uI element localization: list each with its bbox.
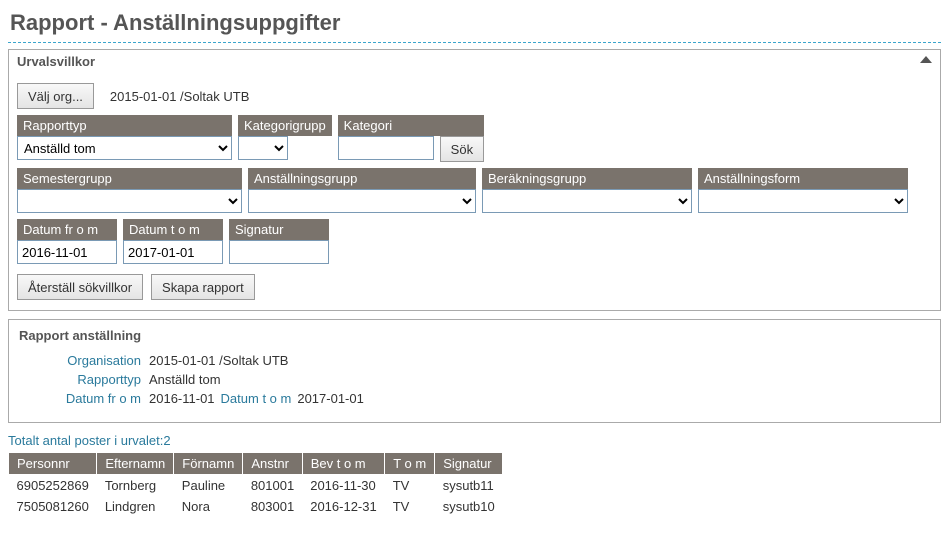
- table-header: Anstnr: [243, 453, 302, 475]
- table-cell: 803001: [243, 496, 302, 517]
- table-cell: TV: [385, 475, 435, 497]
- report-summary-panel: Rapport anställning Organisation 2015-01…: [8, 319, 941, 423]
- table-cell: TV: [385, 496, 435, 517]
- table-header: Signatur: [435, 453, 503, 475]
- table-cell: 801001: [243, 475, 302, 497]
- table-header: Personnr: [9, 453, 97, 475]
- table-cell: 7505081260: [9, 496, 97, 517]
- datum-from-input[interactable]: [17, 240, 117, 264]
- table-row: 6905252869TornbergPauline8010012016-11-3…: [9, 475, 503, 497]
- berakningsgrupp-select[interactable]: [482, 189, 692, 213]
- summary-label-rapporttyp: Rapporttyp: [19, 372, 149, 387]
- label-anstallningsgrupp: Anställningsgrupp: [248, 168, 476, 189]
- result-table: PersonnrEfternamnFörnamnAnstnrBev t o mT…: [8, 452, 503, 517]
- datum-tom-input[interactable]: [123, 240, 223, 264]
- anstallningsgrupp-select[interactable]: [248, 189, 476, 213]
- summary-value-rapporttyp: Anställd tom: [149, 372, 221, 387]
- rapporttyp-select[interactable]: Anställd tom: [17, 136, 232, 160]
- summary-value-datum-tom: 2017-01-01: [297, 391, 364, 406]
- summary-value-datum-from: 2016-11-01: [149, 391, 215, 406]
- table-cell: 6905252869: [9, 475, 97, 497]
- label-rapporttyp: Rapporttyp: [17, 115, 232, 136]
- label-anstallningsform: Anställningsform: [698, 168, 908, 189]
- label-berakningsgrupp: Beräkningsgrupp: [482, 168, 692, 189]
- semestergrupp-select[interactable]: [17, 189, 242, 213]
- table-row: 7505081260LindgrenNora8030012016-12-31TV…: [9, 496, 503, 517]
- choose-org-button[interactable]: Välj org...: [17, 83, 94, 109]
- table-cell: 2016-11-30: [302, 475, 385, 497]
- org-display: 2015-01-01 /Soltak UTB: [110, 89, 249, 104]
- sok-button[interactable]: Sök: [440, 136, 484, 162]
- label-datum-tom: Datum t o m: [123, 219, 223, 240]
- table-header: Förnamn: [174, 453, 243, 475]
- total-count-value: 2: [163, 433, 170, 448]
- collapse-icon[interactable]: [920, 56, 932, 63]
- criteria-panel: Urvalsvillkor Välj org... 2015-01-01 /So…: [8, 49, 941, 311]
- report-summary-title: Rapport anställning: [19, 328, 930, 343]
- label-kategorigrupp: Kategorigrupp: [238, 115, 332, 136]
- table-cell: Lindgren: [97, 496, 174, 517]
- kategorigrupp-select[interactable]: [238, 136, 288, 160]
- anstallningsform-select[interactable]: [698, 189, 908, 213]
- summary-value-organisation: 2015-01-01 /Soltak UTB: [149, 353, 288, 368]
- reset-criteria-button[interactable]: Återställ sökvillkor: [17, 274, 143, 300]
- table-cell: 2016-12-31: [302, 496, 385, 517]
- label-datum-from: Datum fr o m: [17, 219, 117, 240]
- table-header: T o m: [385, 453, 435, 475]
- table-cell: sysutb11: [435, 475, 503, 497]
- table-cell: Tornberg: [97, 475, 174, 497]
- table-cell: Nora: [174, 496, 243, 517]
- page-title: Rapport - Anställningsuppgifter: [8, 6, 941, 43]
- total-count-line: Totalt antal poster i urvalet:2: [8, 433, 941, 448]
- label-signatur: Signatur: [229, 219, 329, 240]
- summary-label-organisation: Organisation: [19, 353, 149, 368]
- table-header: Efternamn: [97, 453, 174, 475]
- total-count-prefix: Totalt antal poster i urvalet:: [8, 433, 163, 448]
- create-report-button[interactable]: Skapa rapport: [151, 274, 255, 300]
- summary-label-datum-from: Datum fr o m: [19, 391, 149, 406]
- table-cell: Pauline: [174, 475, 243, 497]
- table-cell: sysutb10: [435, 496, 503, 517]
- label-semestergrupp: Semestergrupp: [17, 168, 242, 189]
- kategori-input[interactable]: [338, 136, 434, 160]
- label-kategori: Kategori: [338, 115, 484, 136]
- criteria-panel-heading: Urvalsvillkor: [17, 54, 95, 69]
- summary-label-datum-tom: Datum t o m: [221, 391, 292, 406]
- table-header: Bev t o m: [302, 453, 385, 475]
- signatur-input[interactable]: [229, 240, 329, 264]
